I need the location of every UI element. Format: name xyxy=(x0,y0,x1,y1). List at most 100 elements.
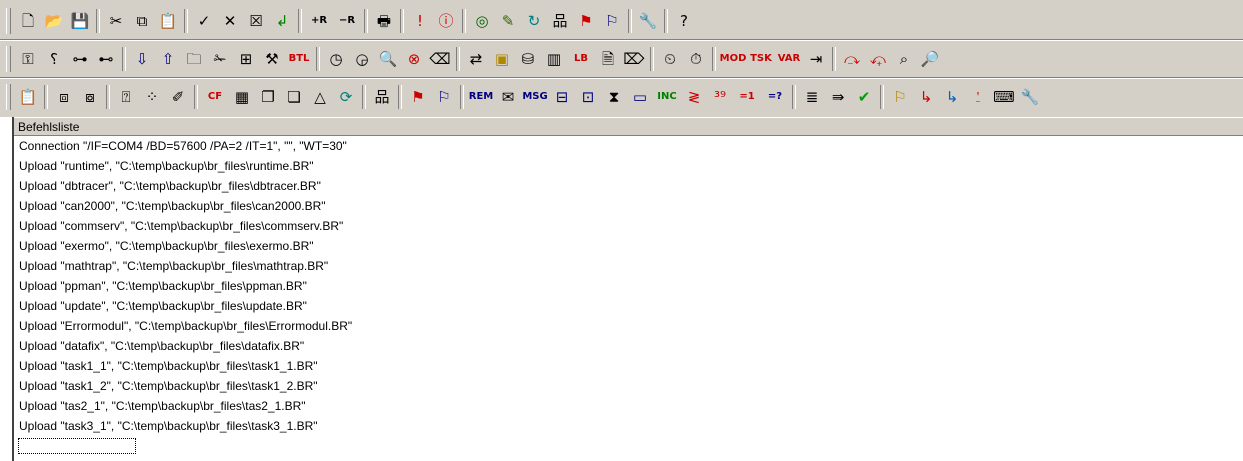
tools-alt-button[interactable]: ⚒ xyxy=(260,47,284,71)
list-item[interactable]: Upload "task1_2", "C:\temp\backup\br_fil… xyxy=(19,378,318,394)
toolbar-grip[interactable] xyxy=(6,84,11,110)
window-button[interactable]: ▭ xyxy=(628,85,652,109)
list-item[interactable]: Upload "update", "C:\temp\backup\br_file… xyxy=(19,298,307,314)
list-item[interactable]: Upload "task1_1", "C:\temp\backup\br_fil… xyxy=(19,358,318,374)
list-item[interactable]: Upload "mathtrap", "C:\temp\backup\br_fi… xyxy=(19,258,328,274)
lb-box-button[interactable]: LB xyxy=(568,47,594,71)
help-button[interactable]: ? xyxy=(672,9,696,33)
database-button[interactable]: ⛁ xyxy=(516,47,540,71)
window-down-button[interactable]: ⊟ xyxy=(550,85,574,109)
paste-button[interactable]: 📋 xyxy=(156,9,180,33)
clock-check-button[interactable]: ◷ xyxy=(324,47,348,71)
list-item[interactable]: Upload "ppman", "C:\temp\backup\br_files… xyxy=(19,278,307,294)
image-broken-button[interactable]: ⧇ xyxy=(78,85,102,109)
new-file-button[interactable]: 🗋 xyxy=(16,9,40,33)
toolbar-grip[interactable] xyxy=(6,46,11,72)
exclamation-button[interactable]: ! xyxy=(408,9,432,33)
rem-button[interactable]: REM xyxy=(468,85,494,109)
cut-button[interactable]: ✂ xyxy=(104,9,128,33)
keyboard-button[interactable]: ⌨ xyxy=(992,85,1016,109)
list-arrow-button[interactable]: ⇛ xyxy=(826,85,850,109)
arrow-down-button[interactable]: ⇩ xyxy=(130,47,154,71)
list-item[interactable]: Upload "tas2_1", "C:\temp\backup\br_file… xyxy=(19,398,306,414)
list-item-empty-selected[interactable] xyxy=(18,438,136,454)
arrow-up-button[interactable]: ⇧ xyxy=(156,47,180,71)
checkmark-button[interactable]: ✔ xyxy=(852,85,876,109)
wrench-button[interactable]: 🔧 xyxy=(1018,85,1042,109)
alert-circle-button[interactable]: ⓘ xyxy=(434,9,458,33)
flag-up-button[interactable]: ⚐ xyxy=(432,85,456,109)
refresh-alt-button[interactable]: ⟳ xyxy=(334,85,358,109)
network-alt-button[interactable]: ⊷ xyxy=(94,47,118,71)
tools-button[interactable]: 🔧 xyxy=(636,9,660,33)
eraser-alt-button[interactable]: ⌦ xyxy=(622,47,646,71)
window-grid-button[interactable]: ⊡ xyxy=(576,85,600,109)
var-button[interactable]: VAR xyxy=(776,47,802,71)
cf-button[interactable]: CF xyxy=(202,85,228,109)
list-item[interactable]: Upload "exermo", "C:\temp\backup\br_file… xyxy=(19,238,314,254)
mod-button[interactable]: MOD xyxy=(720,47,746,71)
list-item[interactable]: Upload "datafix", "C:\temp\backup\br_fil… xyxy=(19,338,304,354)
jump-39-button[interactable]: ³⁹ xyxy=(708,85,732,109)
copy-doc-alt-button[interactable]: ❏ xyxy=(282,85,306,109)
chart-bars-button[interactable]: ▥ xyxy=(542,47,566,71)
list-item[interactable]: Upload "dbtracer", "C:\temp\backup\br_fi… xyxy=(19,178,321,194)
copy-doc-button[interactable]: ❐ xyxy=(256,85,280,109)
refresh-cycle-button[interactable]: ↻ xyxy=(522,9,546,33)
assign-1-button[interactable]: =1 xyxy=(734,85,760,109)
flag-button[interactable]: ⚐ xyxy=(888,85,912,109)
stop-circle-button[interactable]: ⊗ xyxy=(402,47,426,71)
envelope-button[interactable]: ✉ xyxy=(496,85,520,109)
node-query-button[interactable]: ⸮ xyxy=(42,47,66,71)
branch-query-button[interactable]: ↳ xyxy=(914,85,938,109)
enter-arrow-button[interactable]: ↲ xyxy=(270,9,294,33)
scissors-alt-button[interactable]: ✁ xyxy=(208,47,232,71)
btl-button[interactable]: BTL xyxy=(286,47,312,71)
zoom-button[interactable]: 🔎 xyxy=(918,47,942,71)
pipette-alt-button[interactable]: ⤽ xyxy=(866,47,890,71)
time-node-button[interactable]: ⏲ xyxy=(658,47,682,71)
list-item[interactable]: Upload "task3_1", "C:\temp\backup\br_fil… xyxy=(19,418,318,434)
copy-button[interactable]: ⧉ xyxy=(130,9,154,33)
globe-button[interactable]: ◎ xyxy=(470,9,494,33)
export-button[interactable]: ⇥ xyxy=(804,47,828,71)
tsk-button[interactable]: TSK xyxy=(748,47,774,71)
add-r-button[interactable]: +R xyxy=(306,9,332,33)
remove-r-button[interactable]: −R xyxy=(334,9,360,33)
save-button[interactable]: 💾 xyxy=(68,9,92,33)
timer-box-button[interactable]: ▣ xyxy=(490,47,514,71)
delete-x-button[interactable]: ✕ xyxy=(218,9,242,33)
list-item[interactable]: Upload "Errormodul", "C:\temp\backup\br_… xyxy=(19,318,352,334)
tree-branch-button[interactable]: ⊶ xyxy=(68,47,92,71)
clock-alt-button[interactable]: ◶ xyxy=(350,47,374,71)
document-edit-button[interactable]: 🗎 xyxy=(596,47,620,71)
list-item[interactable]: Upload "commserv", "C:\temp\backup\br_fi… xyxy=(19,218,343,234)
folder-br-button[interactable]: 🗀 xyxy=(182,47,206,71)
search-button[interactable]: 🔍 xyxy=(376,47,400,71)
print-button[interactable]: 🖶 xyxy=(372,9,396,33)
query-node-button[interactable]: ⍰ xyxy=(114,85,138,109)
dots-button[interactable]: ⁘ xyxy=(140,85,164,109)
clipboard-list-button[interactable]: 📋 xyxy=(16,85,40,109)
doc-grid-button[interactable]: ▦ xyxy=(230,85,254,109)
eraser-button[interactable]: ⌫ xyxy=(428,47,452,71)
pipette-button[interactable]: ⤼ xyxy=(840,47,864,71)
open-folder-button[interactable]: 📂 xyxy=(42,9,66,33)
list-item[interactable]: Upload "runtime", "C:\temp\backup\br_fil… xyxy=(19,158,314,174)
list-item[interactable]: Upload "can2000", "C:\temp\backup\br_fil… xyxy=(19,198,326,214)
network-button[interactable]: 品 xyxy=(548,9,572,33)
chip-add-button[interactable]: ⊞ xyxy=(234,47,258,71)
label-button[interactable]: ⍘ xyxy=(966,85,990,109)
assign-query-button[interactable]: =? xyxy=(762,85,788,109)
msg-button[interactable]: MSG xyxy=(522,85,548,109)
list-indent-button[interactable]: ≣ xyxy=(800,85,824,109)
network-tree-button[interactable]: 品 xyxy=(370,85,394,109)
box-x-button[interactable]: ☒ xyxy=(244,9,268,33)
pen-edit-button[interactable]: ✐ xyxy=(166,85,190,109)
check-button[interactable]: ✓ xyxy=(192,9,216,33)
network-search-button[interactable]: ⌕ xyxy=(892,47,916,71)
image-link-button[interactable]: ⧈ xyxy=(52,85,76,109)
draw-tool-button[interactable]: △ xyxy=(308,85,332,109)
command-list[interactable]: Connection "/IF=COM4 /BD=57600 /PA=2 /IT… xyxy=(14,138,1243,461)
upload-flag-button[interactable]: ⚐ xyxy=(600,9,624,33)
